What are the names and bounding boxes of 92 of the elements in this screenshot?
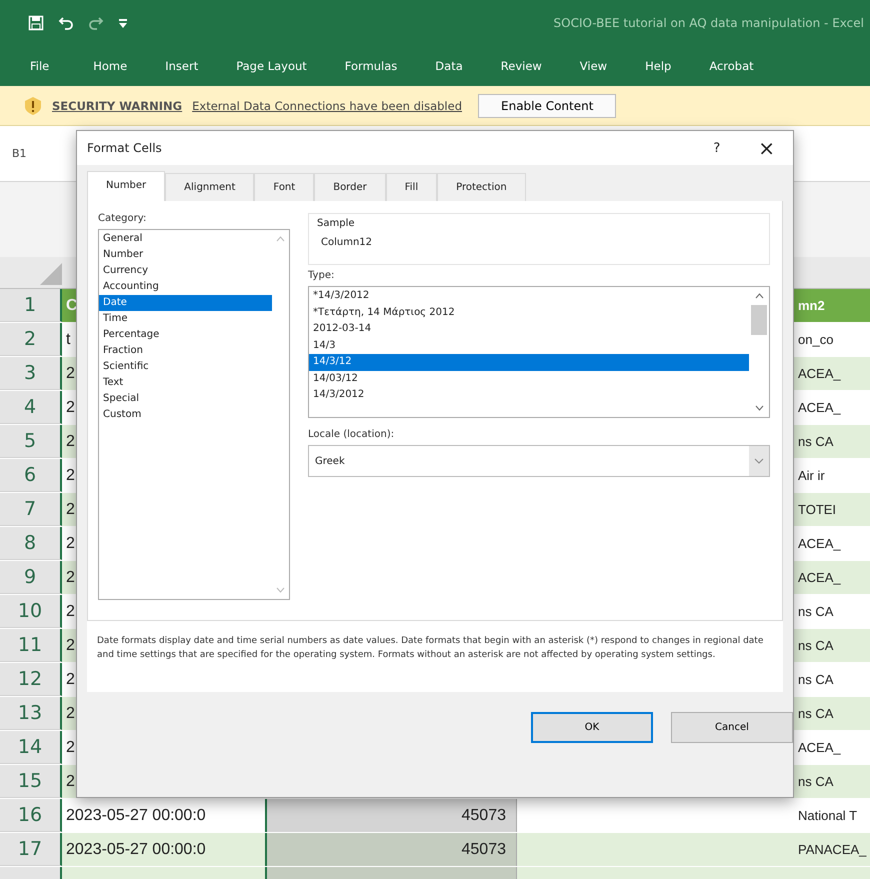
dialog-tab[interactable]: Border	[314, 173, 386, 201]
table-cell-text: ACEA_	[798, 739, 842, 757]
row-number: 13	[0, 697, 62, 730]
scroll-up-icon[interactable]	[754, 293, 764, 299]
save-icon[interactable]	[28, 15, 44, 31]
locale-dropdown[interactable]: Greek	[308, 445, 770, 477]
scroll-down-icon[interactable]	[754, 405, 764, 411]
cancel-button[interactable]: Cancel	[671, 712, 793, 743]
type-item[interactable]: 14/3	[309, 338, 749, 354]
dialog-tab[interactable]: Font	[254, 173, 314, 201]
table-cell-text: on_co	[798, 331, 834, 349]
window-title: SOCIO-BEE tutorial on AQ data manipulation - Excel	[554, 16, 865, 30]
select-all-corner-icon[interactable]	[40, 263, 62, 285]
type-label: Type:	[308, 270, 336, 281]
ribbon-tab[interactable]: Page Layout	[236, 59, 307, 73]
ribbon-tab[interactable]: Help	[645, 59, 672, 73]
row-number: 6	[0, 459, 62, 492]
undo-icon[interactable]	[58, 15, 74, 31]
table-cell-text: Air ir	[798, 467, 826, 485]
row-number: 9	[0, 561, 62, 594]
warning-icon	[24, 96, 42, 116]
table-cell: PANACEA_	[798, 833, 870, 866]
category-label: Category:	[98, 213, 148, 224]
table-cell-text: National T	[798, 807, 858, 825]
dropdown-caret-icon[interactable]	[754, 458, 764, 464]
type-item[interactable]: 14/3/12	[309, 354, 749, 370]
type-item[interactable]: 2012-03-14	[309, 321, 749, 338]
dialog-tab[interactable]: Protection	[437, 173, 526, 201]
table-cell: ns CA	[798, 629, 870, 662]
table-cell-text: ACEA_	[798, 399, 842, 417]
row-number: 7	[0, 493, 62, 526]
table-cell-text: ns CA	[798, 603, 834, 621]
dialog-tab[interactable]: Alignment	[165, 173, 254, 201]
ribbon-tab[interactable]: Acrobat	[709, 59, 754, 73]
table-cell: TOTEI	[798, 493, 870, 526]
row-number: 12	[0, 663, 62, 696]
ribbon-tab[interactable]: Review	[500, 59, 542, 73]
security-warning-label: SECURITY WARNING	[52, 98, 182, 112]
table-cell: ns CA	[798, 765, 870, 798]
table-cell: 2023-05-27 00:00:0	[62, 833, 267, 866]
dialog-tab[interactable]: Fill	[386, 173, 438, 201]
security-message-link[interactable]: External Data Connections have been disabled	[192, 98, 462, 112]
type-item[interactable]: 14/03/12	[309, 370, 749, 387]
sample-value: Column12	[320, 237, 374, 248]
row-number: 3	[0, 357, 62, 390]
table-cell: ACEA_	[798, 357, 870, 390]
row-number: 16	[0, 799, 62, 832]
table-cell: ns CA	[798, 697, 870, 730]
ribbon-tab[interactable]: Data	[435, 59, 463, 73]
row-number: 17	[0, 833, 62, 866]
type-item[interactable]: *Τετάρτη, 14 Μάρτιος 2012	[309, 304, 749, 321]
enable-content-button[interactable]: Enable Content	[478, 94, 616, 118]
ribbon-tab[interactable]: Formulas	[344, 59, 398, 73]
row-number: 1	[0, 289, 62, 322]
scroll-thumb[interactable]	[751, 305, 767, 335]
table-cell-text: ns CA	[798, 671, 834, 689]
category-item[interactable]: Date	[99, 295, 272, 311]
ribbon-tab[interactable]: Insert	[165, 59, 198, 73]
help-button[interactable]: ?	[713, 140, 720, 156]
close-button[interactable]: ×	[754, 136, 779, 160]
table-cell: ns CA	[798, 425, 870, 458]
table-cell: mn2	[798, 289, 870, 322]
redo-icon[interactable]	[88, 15, 104, 31]
category-item[interactable]: Currency	[99, 263, 272, 279]
table-cell: 45073	[267, 799, 517, 832]
row-number: 10	[0, 595, 62, 628]
dialog-tab[interactable]: Number	[87, 171, 166, 201]
type-item[interactable]: 14/3/2012	[309, 387, 749, 404]
sample-label: Sample	[317, 218, 356, 229]
ok-button[interactable]: OK	[531, 712, 653, 743]
category-item[interactable]: General	[99, 231, 272, 247]
table-cell: ACEA_	[798, 561, 870, 594]
row-number: 11	[0, 629, 62, 662]
category-item[interactable]: Number	[99, 247, 272, 263]
row-number: 14	[0, 731, 62, 764]
row-number: 8	[0, 527, 62, 560]
name-box[interactable]: B1	[12, 147, 27, 160]
ribbon-tab[interactable]: File	[30, 59, 50, 73]
ribbon-tab[interactable]: View	[580, 59, 608, 73]
table-cell-text: ACEA_	[798, 535, 842, 553]
locale-label: Locale (location):	[308, 429, 396, 440]
dialog-title: Format Cells	[87, 141, 162, 155]
ribbon-tab[interactable]: Home	[93, 59, 128, 73]
row-number: 15	[0, 765, 62, 798]
row-number: 4	[0, 391, 62, 424]
category-item[interactable]: Accounting	[99, 279, 272, 295]
table-cell: 45073	[267, 833, 517, 866]
type-item[interactable]: *14/3/2012	[309, 288, 749, 304]
description-text: Date formats display date and time serial numbers as date values. Date formats that begin with an asterisk (*) respond to changes in regional date and time settings that are specified for the operating system. Formats without an asterisk are not affected by operating system settings.	[87, 621, 783, 692]
customize-toolbar-icon[interactable]	[118, 17, 128, 29]
row-number: 2	[0, 323, 62, 356]
row-number: 5	[0, 425, 62, 458]
